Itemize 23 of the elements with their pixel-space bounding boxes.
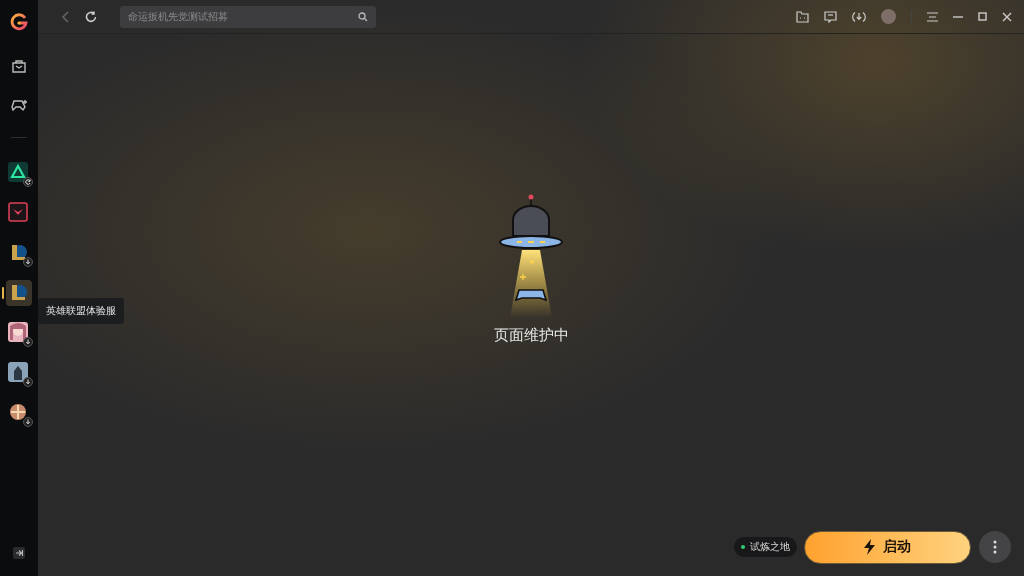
more-vertical-icon: [993, 540, 997, 554]
maintenance-message: 页面维护中: [493, 325, 569, 345]
tooltip: 英雄联盟体验服: [38, 298, 124, 324]
server-name: 试炼之地: [750, 540, 790, 554]
lightning-icon: [864, 539, 875, 555]
close-icon[interactable]: [1002, 11, 1012, 22]
back-icon[interactable]: [61, 10, 71, 23]
search-field[interactable]: 命运扳机先觉测试招募: [120, 5, 376, 28]
message-icon[interactable]: [824, 10, 837, 23]
download-icon[interactable]: [852, 10, 866, 23]
menu-icon[interactable]: [927, 11, 938, 22]
gamepad-icon[interactable]: [10, 97, 28, 113]
more-button[interactable]: [979, 531, 1011, 563]
server-selector[interactable]: 试炼之地: [734, 537, 797, 557]
minimize-icon[interactable]: [953, 15, 963, 18]
maximize-icon[interactable]: [978, 12, 987, 21]
refresh-icon[interactable]: [85, 10, 97, 23]
shopping-bag-icon[interactable]: [11, 58, 27, 74]
launch-button[interactable]: 启动: [804, 530, 971, 564]
app-logo-icon[interactable]: [10, 13, 28, 31]
folder-icon[interactable]: [796, 10, 809, 23]
expand-sidebar-icon[interactable]: [13, 547, 25, 559]
search-icon[interactable]: [358, 11, 368, 22]
